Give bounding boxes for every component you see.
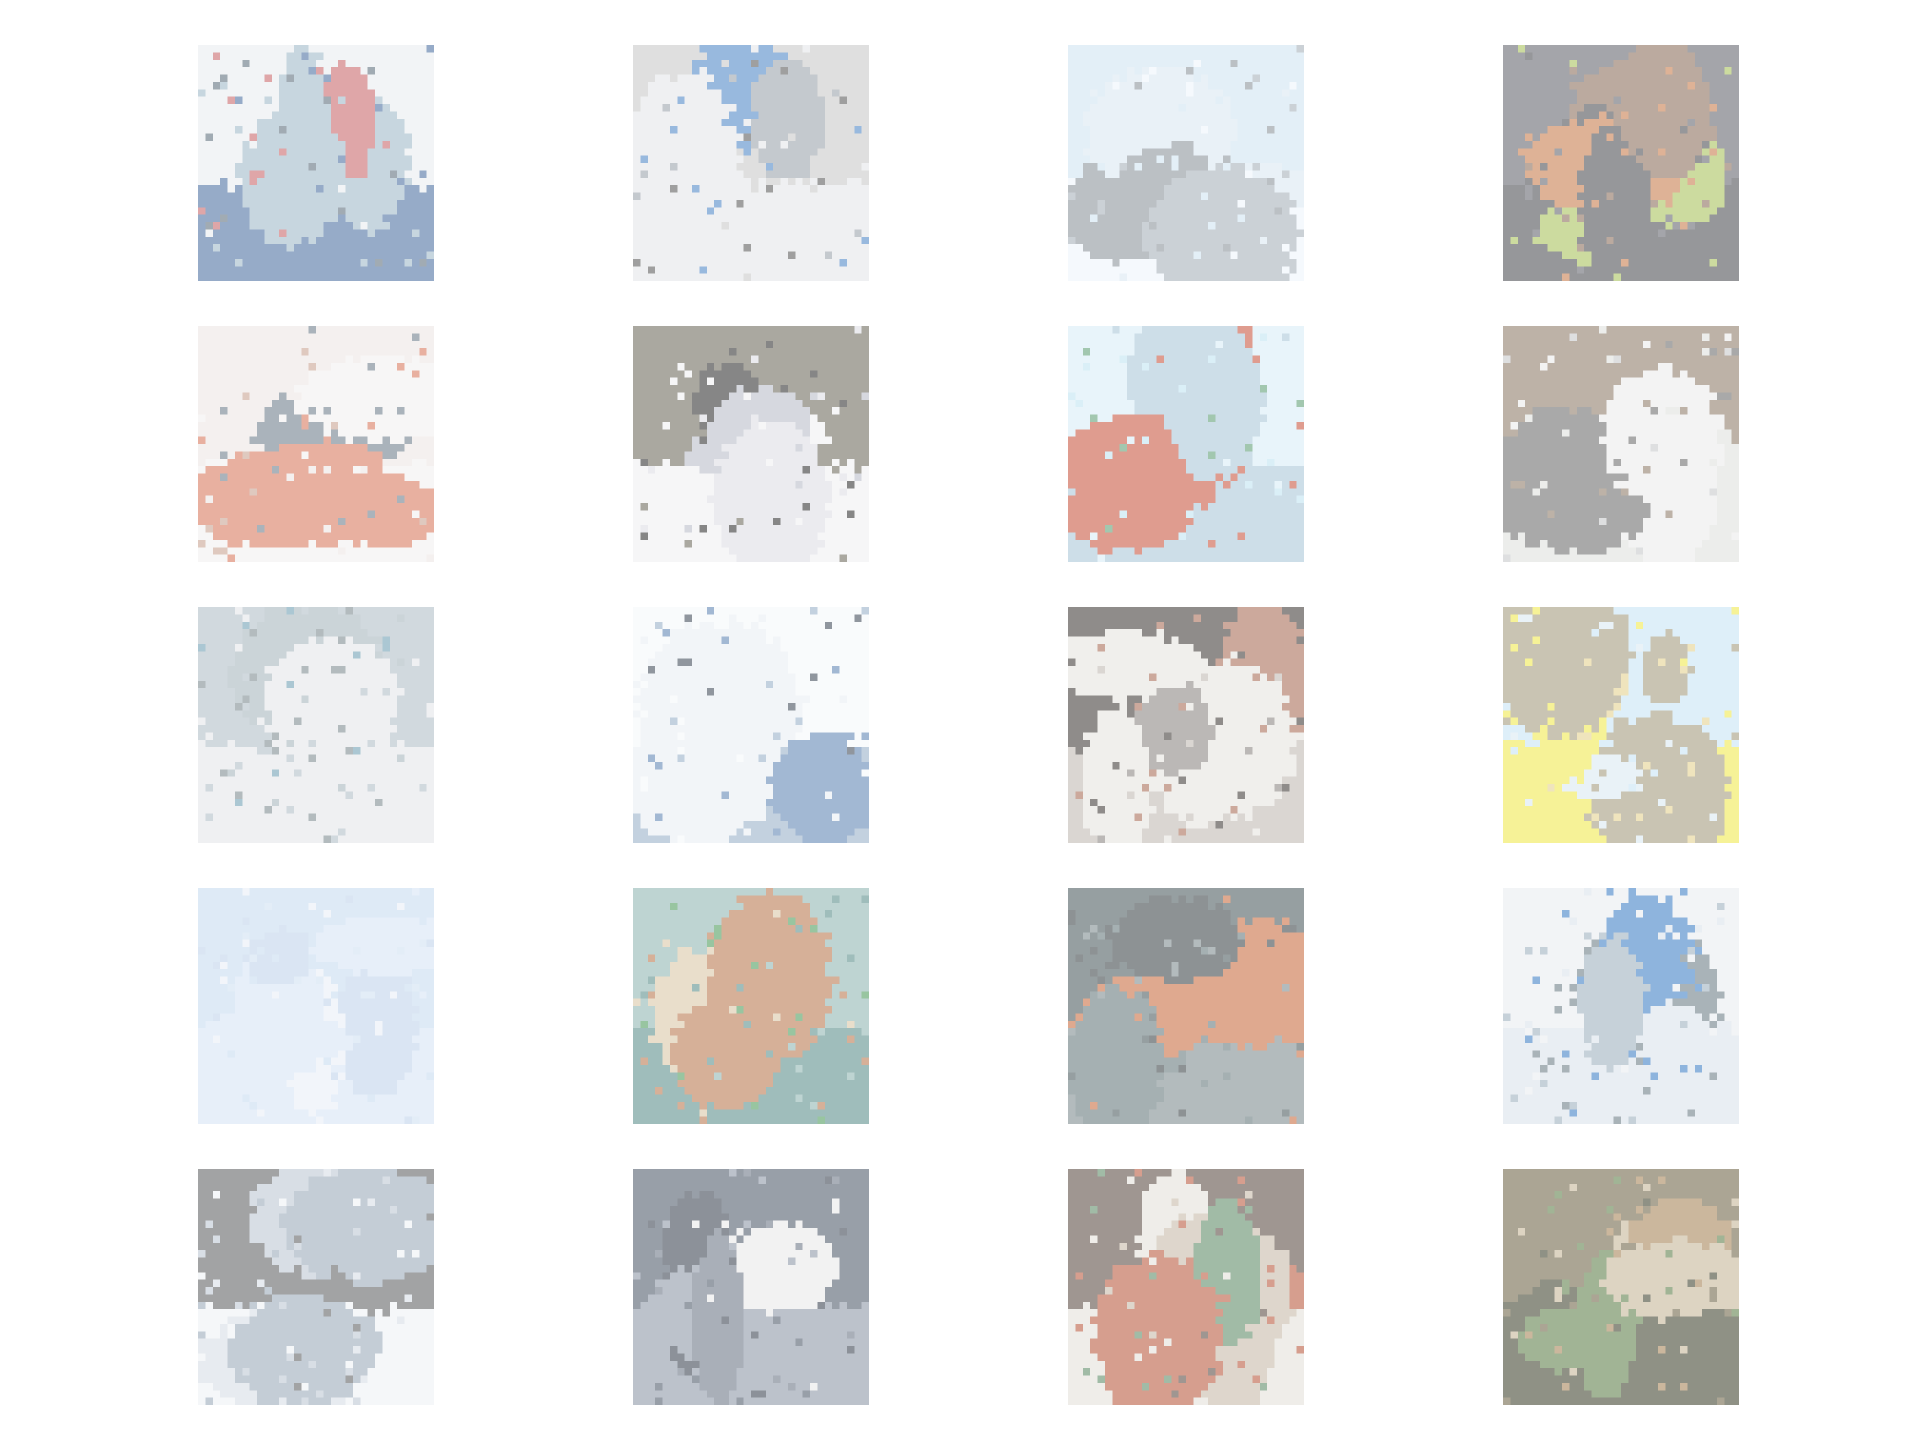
image-tile-airplane — [1503, 888, 1739, 1124]
tile-pixels — [198, 45, 434, 281]
image-tile-bird — [1068, 326, 1304, 562]
image-tile-deer — [633, 888, 869, 1124]
tile-pixels — [1503, 607, 1739, 843]
image-tile-airplane — [1503, 607, 1739, 843]
image-tile-truck — [198, 45, 434, 281]
image-tile-airplane — [198, 888, 434, 1124]
tile-pixels — [1068, 326, 1304, 562]
tile-pixels — [1503, 888, 1739, 1124]
image-tile-ship — [633, 45, 869, 281]
image-tile-automobile — [198, 607, 434, 843]
image-tile-frog — [1503, 45, 1739, 281]
tile-pixels — [1068, 607, 1304, 843]
image-tile-ship — [1068, 888, 1304, 1124]
tile-pixels — [1068, 45, 1304, 281]
image-tile-automobile — [1503, 326, 1739, 562]
image-tile-airplane — [198, 1169, 434, 1405]
tile-pixels — [633, 326, 869, 562]
image-tile-airplane — [633, 607, 869, 843]
image-tile-frog — [1503, 1169, 1739, 1405]
image-grid — [0, 0, 1920, 1440]
image-tile-dog — [633, 326, 869, 562]
tile-pixels — [198, 607, 434, 843]
tile-pixels — [1068, 888, 1304, 1124]
tile-pixels — [198, 326, 434, 562]
tile-pixels — [633, 607, 869, 843]
tile-pixels — [633, 1169, 869, 1405]
image-tile-frog — [1068, 1169, 1304, 1405]
tile-pixels — [633, 888, 869, 1124]
image-tile-cat — [198, 326, 434, 562]
image-tile-horse — [633, 1169, 869, 1405]
tile-pixels — [1503, 326, 1739, 562]
tile-pixels — [198, 888, 434, 1124]
tile-pixels — [1068, 1169, 1304, 1405]
tile-pixels — [633, 45, 869, 281]
tile-pixels — [1503, 1169, 1739, 1405]
tile-pixels — [198, 1169, 434, 1405]
image-tile-truck — [1068, 607, 1304, 843]
tile-pixels — [1503, 45, 1739, 281]
image-tile-airplane — [1068, 45, 1304, 281]
